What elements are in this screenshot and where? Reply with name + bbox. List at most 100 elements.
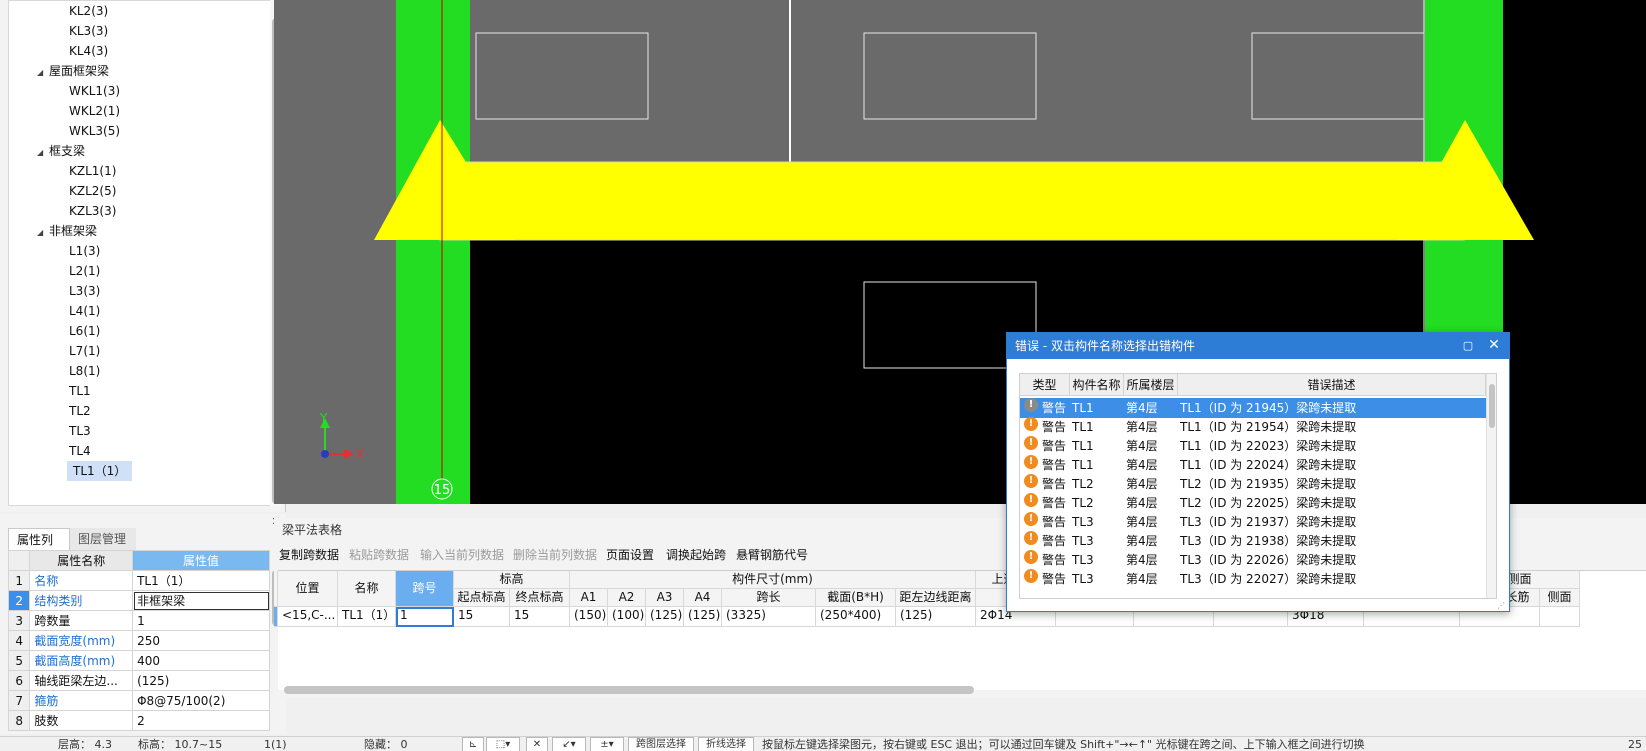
- tree-item[interactable]: TL2: [69, 401, 91, 421]
- error-col-desc[interactable]: 错误描述: [1178, 374, 1486, 396]
- resize-grip-icon[interactable]: ⋰: [1497, 601, 1507, 611]
- cell-span-len[interactable]: (3325): [722, 607, 816, 627]
- tree-group[interactable]: ◢ 框支梁: [37, 141, 85, 161]
- table-hscroll-thumb[interactable]: [284, 686, 974, 694]
- property-row[interactable]: 2 结构类别 非框架梁: [7, 590, 270, 611]
- toolbar-button[interactable]: 调换起始跨: [666, 545, 726, 565]
- property-row[interactable]: 3 跨数量 1: [7, 610, 270, 631]
- error-name[interactable]: TL3: [1072, 550, 1094, 570]
- close-icon[interactable]: ✕: [1487, 338, 1501, 352]
- property-row[interactable]: 1 名称 TL1（1）: [7, 570, 270, 591]
- error-row[interactable]: ! 警告 TL2 第4层 TL2（ID 为 22025）梁跨未提取: [1020, 493, 1486, 513]
- polyline-select-button[interactable]: 折线选择: [698, 737, 754, 751]
- point-select-icon[interactable]: ↙▾: [552, 737, 586, 751]
- cell-span[interactable]: 1: [396, 607, 454, 627]
- tree-item[interactable]: TL4: [69, 441, 91, 461]
- error-list-scrollbar[interactable]: [1486, 374, 1496, 598]
- error-name[interactable]: TL3: [1072, 569, 1094, 589]
- select-mode-icon[interactable]: ⊾: [462, 737, 484, 751]
- toolbar-button[interactable]: 页面设置: [606, 545, 654, 565]
- tree-group[interactable]: ◢ 非框架梁: [37, 221, 97, 241]
- property-value[interactable]: (125): [132, 670, 270, 691]
- property-row[interactable]: 7 箍筋 Φ8@75/100(2): [7, 690, 270, 711]
- col-header-left-edge[interactable]: 距左边线距离: [896, 589, 976, 607]
- property-row[interactable]: 8 肢数 2: [7, 710, 270, 731]
- error-list-scrollbar-thumb[interactable]: [1489, 384, 1495, 428]
- col-header-end-elev[interactable]: 终点标高: [510, 589, 570, 607]
- col-header-span-len[interactable]: 跨长: [722, 589, 816, 607]
- cell-section[interactable]: (250*400): [816, 607, 896, 627]
- box-select-icon[interactable]: ⬚▾: [486, 737, 520, 751]
- cell-end-elev[interactable]: 15: [510, 607, 570, 627]
- property-value[interactable]: 非框架梁: [132, 590, 270, 611]
- cell-a1[interactable]: (150): [570, 607, 608, 627]
- cell-side2[interactable]: [1540, 607, 1580, 627]
- maximize-icon[interactable]: ▢: [1461, 339, 1475, 353]
- error-row[interactable]: ! 警告 TL1 第4层 TL1（ID 为 22024）梁跨未提取: [1020, 455, 1486, 475]
- property-row[interactable]: 5 截面高度(mm) 400: [7, 650, 270, 671]
- cell-a2[interactable]: (100): [608, 607, 646, 627]
- property-value[interactable]: Φ8@75/100(2): [132, 690, 270, 711]
- error-name[interactable]: TL1: [1072, 417, 1094, 437]
- error-col-floor[interactable]: 所属楼层: [1124, 374, 1178, 396]
- cell-a3[interactable]: (125): [646, 607, 684, 627]
- tree-item[interactable]: L7(1): [69, 341, 100, 361]
- cross-select-icon[interactable]: ✕: [526, 737, 548, 751]
- col-header-a3[interactable]: A3: [646, 589, 684, 607]
- tree-item[interactable]: L8(1): [69, 361, 100, 381]
- cell-start-elev[interactable]: 15: [454, 607, 510, 627]
- error-row[interactable]: ! 警告 TL3 第4层 TL3（ID 为 22026）梁跨未提取: [1020, 550, 1486, 570]
- property-row[interactable]: 4 截面宽度(mm) 250: [7, 630, 270, 651]
- tree-item[interactable]: WKL1(3): [69, 81, 120, 101]
- error-name[interactable]: TL2: [1072, 493, 1094, 513]
- error-row[interactable]: ! 警告 TL3 第4层 TL3（ID 为 21938）梁跨未提取: [1020, 531, 1486, 551]
- col-header-span[interactable]: 跨号: [396, 571, 454, 607]
- error-row[interactable]: ! 警告 TL2 第4层 TL2（ID 为 21935）梁跨未提取: [1020, 474, 1486, 494]
- tree-item[interactable]: KL3(3): [69, 21, 108, 41]
- error-row[interactable]: ! 警告 TL3 第4层 TL3（ID 为 21937）梁跨未提取: [1020, 512, 1486, 532]
- error-row[interactable]: ! 警告 TL1 第4层 TL1（ID 为 21954）梁跨未提取: [1020, 417, 1486, 437]
- property-value[interactable]: TL1（1）: [132, 570, 270, 591]
- snap-icon[interactable]: ±▾: [590, 737, 624, 751]
- property-value[interactable]: 250: [132, 630, 270, 651]
- tree-item[interactable]: TL3: [69, 421, 91, 441]
- cell-name[interactable]: TL1（1）: [338, 607, 396, 627]
- tree-item[interactable]: WKL2(1): [69, 101, 120, 121]
- toolbar-button[interactable]: 输入当前列数据: [420, 545, 504, 565]
- property-row[interactable]: 6 轴线距梁左边... (125): [7, 670, 270, 691]
- cell-left-edge[interactable]: (125): [896, 607, 976, 627]
- error-name[interactable]: TL1: [1072, 455, 1094, 475]
- tree-item[interactable]: WKL3(5): [69, 121, 120, 141]
- tree-item[interactable]: KZL3(3): [69, 201, 116, 221]
- toolbar-button[interactable]: 删除当前列数据: [513, 545, 597, 565]
- collapse-caret-icon[interactable]: ◢: [37, 63, 49, 83]
- toolbar-button[interactable]: 复制跨数据: [279, 545, 339, 565]
- tree-item[interactable]: KZL2(5): [69, 181, 116, 201]
- tree-item[interactable]: L2(1): [69, 261, 100, 281]
- tree-item[interactable]: L4(1): [69, 301, 100, 321]
- error-col-name[interactable]: 构件名称: [1070, 374, 1124, 396]
- column-left[interactable]: [396, 0, 470, 504]
- error-row[interactable]: ! 警告 TL1 第4层 TL1（ID 为 22023）梁跨未提取: [1020, 436, 1486, 456]
- tree-item[interactable]: L1(3): [69, 241, 100, 261]
- error-name[interactable]: TL1: [1072, 436, 1094, 456]
- property-value[interactable]: 2: [132, 710, 270, 731]
- col-header-name[interactable]: 名称: [338, 571, 396, 607]
- error-name[interactable]: TL2: [1072, 474, 1094, 494]
- collapse-caret-icon[interactable]: ◢: [37, 143, 49, 163]
- tree-item[interactable]: L3(3): [69, 281, 100, 301]
- col-header-start-elev[interactable]: 起点标高: [454, 589, 510, 607]
- error-row[interactable]: ! 警告 TL3 第4层 TL3（ID 为 22027）梁跨未提取: [1020, 569, 1486, 589]
- col-header-position[interactable]: 位置: [278, 571, 338, 607]
- error-name[interactable]: TL3: [1072, 512, 1094, 532]
- property-value[interactable]: 400: [132, 650, 270, 671]
- col-header-a4[interactable]: A4: [684, 589, 722, 607]
- tab-property-list[interactable]: 属性列表: [8, 528, 70, 569]
- selected-beam[interactable]: [439, 161, 1465, 241]
- error-name[interactable]: TL1: [1072, 398, 1094, 418]
- tree-item[interactable]: TL1（1）: [67, 461, 133, 481]
- cell-position[interactable]: <15,C-...: [278, 607, 338, 627]
- collapse-caret-icon[interactable]: ◢: [37, 223, 49, 243]
- tree-item[interactable]: KZL1(1): [69, 161, 116, 181]
- error-name[interactable]: TL3: [1072, 531, 1094, 551]
